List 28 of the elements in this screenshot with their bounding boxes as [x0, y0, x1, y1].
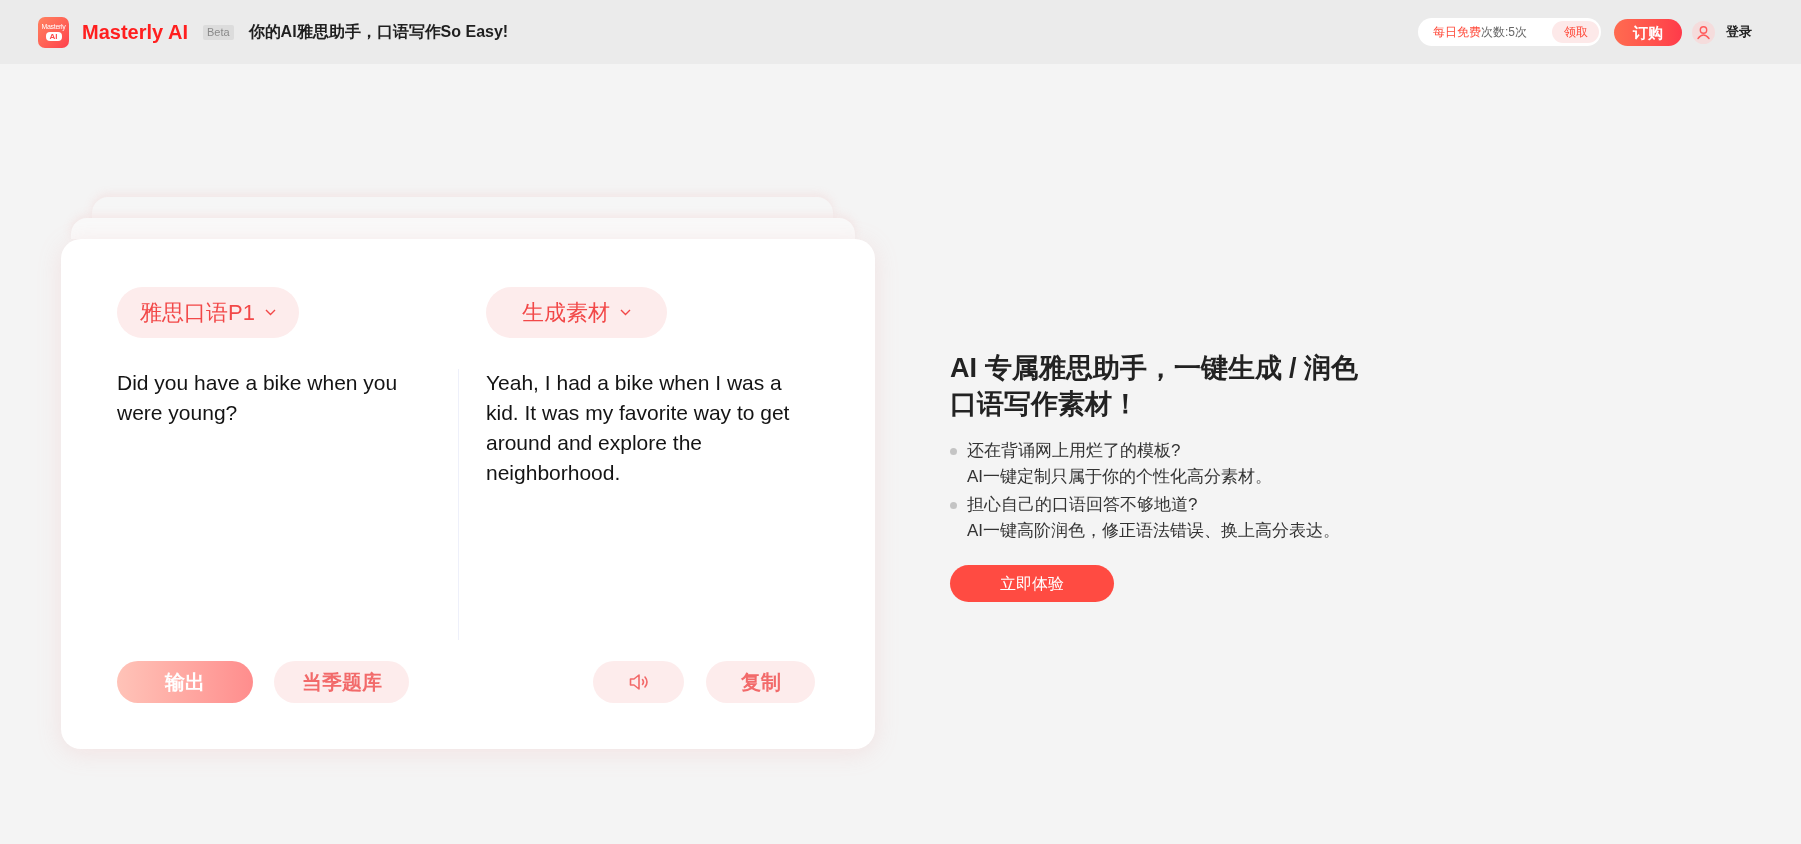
claim-button[interactable]: 领取	[1552, 21, 1599, 43]
dropdown[interactable]: 雅思口语P1	[117, 287, 299, 338]
subscribe-button[interactable]: 订购	[1614, 18, 1682, 46]
feature-answer: AI一键高阶润色，修正语法错误、换上高分表达。	[967, 520, 1341, 542]
login-link[interactable]: 登录	[1726, 23, 1752, 41]
speaker-icon	[628, 673, 649, 691]
user-icon[interactable]	[1692, 20, 1715, 44]
bullet-icon	[950, 502, 957, 509]
logo-badge: AI	[45, 32, 62, 41]
try-now-button[interactable]: 立即体验	[950, 565, 1114, 602]
question-bank-button[interactable]: 当季题库	[274, 661, 409, 703]
output-button[interactable]: 输出	[117, 661, 253, 703]
beta-badge: Beta	[202, 24, 234, 40]
tagline: 你的AI雅思助手，口语写作So Easy!	[248, 22, 509, 42]
feature-question: 还在背诵网上用烂了的模板?	[967, 440, 1182, 462]
brand-name[interactable]: Masterly AI	[82, 20, 188, 44]
promo-heading: AI 专属雅思助手，一键生成 / 润色口语写作素材！	[950, 352, 1359, 421]
answer-text: Yeah, I had a bike when I was a kid. It was my favorite way to get around and explore the neighborhood.	[486, 370, 791, 486]
feature-question: 担心自己的口语回答不够地道?	[967, 494, 1199, 516]
daily-quota-text: 每日免费次数:5次	[1433, 24, 1527, 40]
question-text: Did you have a bike when you were young?	[117, 370, 399, 426]
play-audio-button[interactable]	[593, 661, 684, 703]
copy-button[interactable]: 复制	[706, 661, 815, 703]
chevron-down-icon	[264, 309, 276, 316]
chevron-down-icon	[620, 309, 631, 316]
dropdown[interactable]: 生成素材	[486, 287, 667, 338]
bullet-icon	[950, 448, 957, 455]
feature-answer: AI一键定制只属于你的个性化高分素材。	[967, 466, 1273, 488]
